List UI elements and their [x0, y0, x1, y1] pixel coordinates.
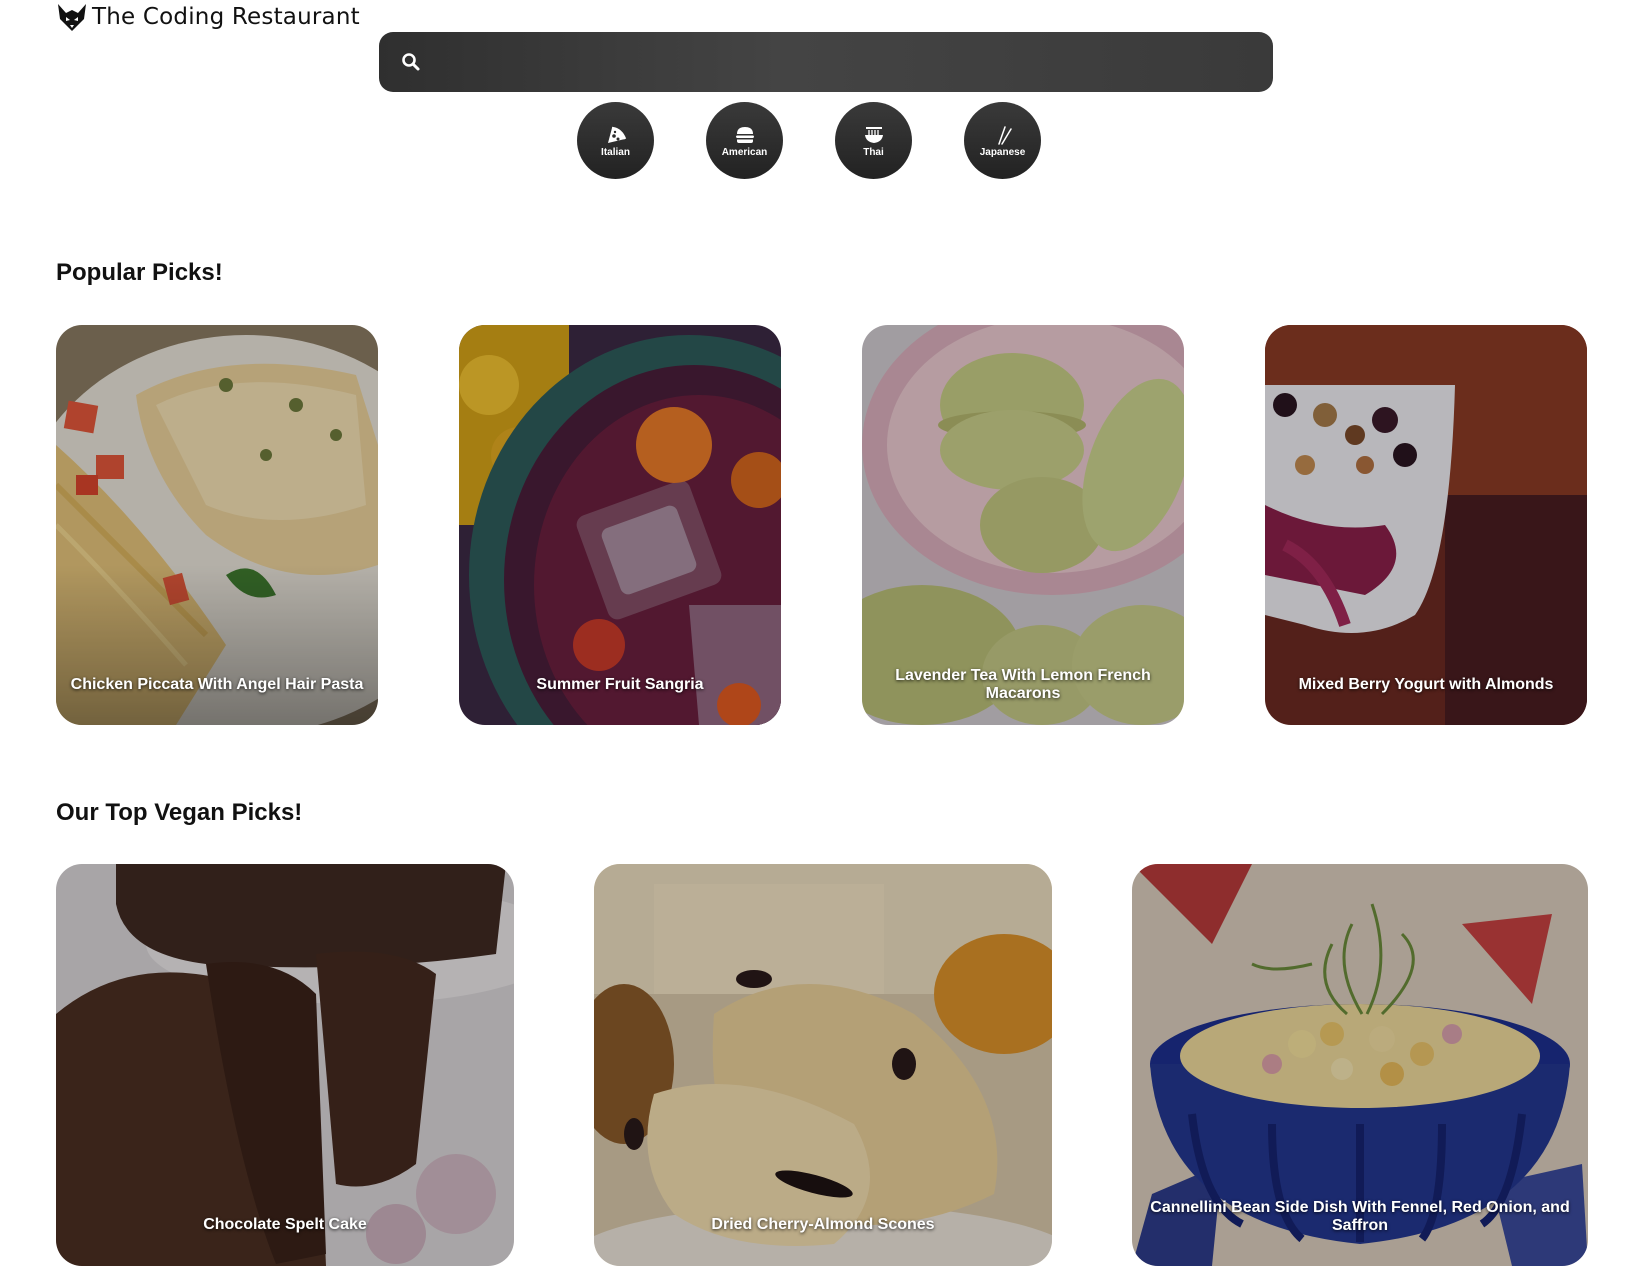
recipe-card[interactable]: Mixed Berry Yogurt with Almonds [1265, 325, 1587, 725]
recipe-title: Cannellini Bean Side Dish With Fennel, R… [1150, 1199, 1570, 1234]
cuisine-label: Japanese [979, 147, 1026, 158]
recipe-card[interactable]: Summer Fruit Sangria [459, 325, 781, 725]
recipe-card[interactable]: Dried Cherry-Almond Scones [594, 864, 1052, 1266]
chopsticks-icon [997, 126, 1012, 145]
recipe-card[interactable]: Chicken Piccata With Angel Hair Pasta [56, 325, 378, 725]
cuisine-label: Italian [601, 147, 630, 158]
cuisine-button-thai[interactable]: Thai [835, 102, 912, 179]
search-input[interactable] [421, 32, 1273, 92]
cuisine-button-italian[interactable]: Italian [577, 102, 654, 179]
pizza-icon [607, 126, 626, 143]
recipe-card[interactable]: Lavender Tea With Lemon French Macarons [862, 325, 1184, 725]
section-title-vegan: Our Top Vegan Picks! [56, 799, 303, 826]
cuisine-button-japanese[interactable]: Japanese [964, 102, 1041, 179]
logo[interactable]: The Coding Restaurant [56, 0, 360, 34]
recipe-card[interactable]: Cannellini Bean Side Dish With Fennel, R… [1132, 864, 1588, 1266]
section-title-popular: Popular Picks! [56, 259, 223, 286]
recipe-title: Mixed Berry Yogurt with Almonds [1298, 676, 1554, 693]
burger-icon [735, 127, 754, 143]
recipe-title: Dried Cherry-Almond Scones [711, 1216, 935, 1233]
cuisine-filter-bar: Italian American Thai Japanese [577, 102, 1041, 179]
noodle-bowl-icon [864, 127, 883, 143]
fox-icon [58, 4, 86, 31]
search-bar[interactable] [379, 32, 1273, 92]
recipe-title: Summer Fruit Sangria [536, 676, 704, 693]
cuisine-label: Thai [863, 147, 884, 158]
search-icon[interactable] [401, 52, 421, 72]
recipe-title: Lavender Tea With Lemon French Macarons [895, 667, 1151, 702]
recipe-card[interactable]: Chocolate Spelt Cake [56, 864, 514, 1266]
cuisine-button-american[interactable]: American [706, 102, 783, 179]
recipe-title: Chocolate Spelt Cake [203, 1216, 367, 1233]
cuisine-label: American [721, 147, 768, 158]
recipe-title: Chicken Piccata With Angel Hair Pasta [70, 676, 364, 693]
logo-text: The Coding Restaurant [92, 4, 360, 30]
